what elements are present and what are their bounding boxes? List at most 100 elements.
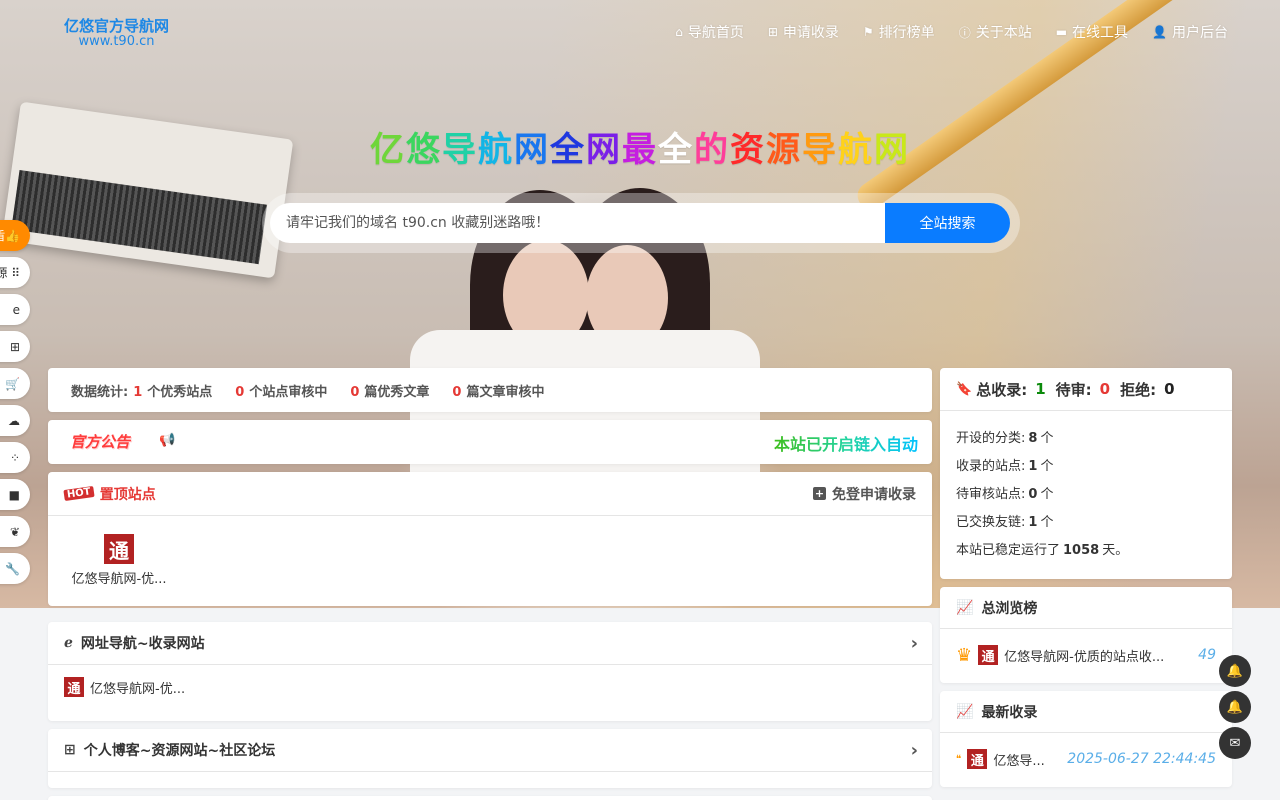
search-input[interactable] (270, 203, 886, 243)
chevron-right-icon[interactable]: › (911, 633, 918, 654)
slogan-char: 的 (694, 130, 730, 170)
totals-line: 已交换友链: 1 个 (956, 509, 1216, 537)
wechat-icon[interactable]: ✉ (1219, 727, 1251, 759)
free-submit-link[interactable]: + 免登申请收录 (813, 484, 916, 504)
stat-item: 0 篇文章审核中 (447, 381, 544, 400)
ie-icon: ℯ (64, 635, 73, 651)
thumbs-up-icon[interactable]: 盾👍 (0, 220, 30, 251)
logo-url: www.t90.cn (78, 34, 155, 49)
stat-number: 0 (235, 384, 245, 400)
plus-square-icon: ⊞ (767, 25, 778, 39)
stat-item: 1 个优秀站点 (128, 381, 212, 400)
stat-number: 1 (133, 384, 143, 400)
site-totals-card: 🔖 总收录: 1 待审: 0 拒绝: 0 开设的分类: 8 个收录的站点: 1 个待审核… (940, 368, 1232, 579)
windows-icon: ⊞ (64, 742, 76, 758)
totals-line-val: 1 (1028, 515, 1038, 530)
site-name: 亿悠导航网-优质的站点收... (1004, 649, 1165, 665)
left-floating-toolbar: 盾👍 源 ⠿ e ⊞ 🛒 ☁ ⁘ ■ ❦ 🔧 (0, 220, 30, 584)
chevron-right-icon[interactable]: › (911, 740, 918, 761)
totals-line-val: 8 (1028, 431, 1038, 446)
totals-list: 开设的分类: 8 个收录的站点: 1 个待审核站点: 0 个已交换友链: 1 个本站已稳定运行了… (940, 411, 1232, 565)
totals-line: 收录的站点: 1 个 (956, 453, 1216, 481)
video-icon[interactable]: ■ (0, 479, 30, 510)
rank-title: 总浏览榜 (981, 600, 1038, 617)
ie-icon[interactable]: e (0, 294, 30, 325)
nav-item[interactable]: ⓘ 关于本站 (959, 22, 1032, 42)
stat-text: 个优秀站点 (147, 384, 213, 400)
free-submit-label: 免登申请收录 (832, 486, 916, 503)
totals-line-pre: 开设的分类: (956, 431, 1026, 446)
category-title: 网址导航~收录网站 (80, 636, 205, 652)
nav-item[interactable]: ⊞ 申请收录 (768, 22, 839, 42)
new-badge-icon: ❝ (956, 753, 962, 765)
totals-line-val: 1058 (1063, 543, 1100, 558)
site-logo[interactable]: 亿悠官方导航网 www.t90.cn (64, 18, 169, 50)
cart-icon[interactable]: 🛒 (0, 368, 30, 399)
chart-line-icon: 📈 (956, 703, 974, 720)
site-list-item[interactable]: 通 亿悠导航网-优... (48, 665, 932, 709)
slogan-char: 悠 (406, 130, 442, 170)
stat-text: 个站点审核中 (249, 384, 328, 400)
slogan-char: 全 (550, 130, 586, 170)
slogan-char: 导 (442, 130, 478, 170)
pinned-site-item[interactable]: 通 亿悠导航网-优... (64, 534, 174, 587)
cloud-icon[interactable]: ☁ (0, 405, 30, 436)
latest-row[interactable]: ❝ 通 亿悠导... 2025-06-27 22:44:45 (940, 733, 1232, 785)
totals-line-post: 个 (1040, 431, 1054, 446)
spinner-icon[interactable]: ⁘ (0, 442, 30, 473)
folder-icon: ▬ (1055, 25, 1068, 39)
nav-label: 在线工具 (1072, 25, 1129, 41)
top-nav: ⌂ 导航首页 ⊞ 申请收录 ⚑ 排行榜单 ⓘ 关于本站 ▬ 在线工具 👤 用户后台 (675, 22, 1228, 42)
home-icon: ⌂ (675, 25, 683, 39)
hero-slogan: 亿悠导航网全网最全的资源导航网 (0, 122, 1280, 171)
notice-bar: 官方公告 📢 本站已开启链入自动 (48, 420, 932, 464)
slogan-char: 全 (658, 130, 694, 170)
nav-item[interactable]: ⚑ 排行榜单 (863, 22, 935, 42)
totals-line: 本站已稳定运行了 1058 天。 (956, 537, 1216, 565)
totals-line: 待审核站点: 0 个 (956, 481, 1216, 509)
view-count: 49 (1198, 647, 1216, 663)
totals-line-pre: 待审核站点: (956, 487, 1026, 502)
category-header[interactable]: ℯ 网址导航~收录网站 › (48, 622, 932, 665)
nav-label: 排行榜单 (878, 25, 935, 41)
site-logo-icon: 通 (104, 534, 134, 564)
stats-bar: 数据统计: 1 个优秀站点 0 个站点审核中 0 篇优秀文章 0 篇文章审核中 (48, 368, 932, 412)
qq-group-icon[interactable]: 🔔 (1219, 691, 1251, 723)
windows-icon[interactable]: ⊞ (0, 331, 30, 362)
notice-marquee-text[interactable]: 本站已开启链入自动 (774, 431, 918, 455)
slogan-char: 航 (838, 130, 874, 170)
slogan-char: 资 (730, 130, 766, 170)
category-section: ℯ 网址导航~收录网站 › 通 亿悠导航网-优... (48, 622, 932, 721)
totals-line: 开设的分类: 8 个 (956, 425, 1216, 453)
slogan-char: 网 (874, 130, 910, 170)
latest-sites-card: 📈 最新收录 ❝ 通 亿悠导... 2025-06-27 22:44:45 (940, 691, 1232, 787)
nav-item[interactable]: ⌂ 导航首页 (675, 22, 744, 42)
category-section (48, 796, 932, 800)
search-button[interactable]: 全站搜索 (885, 203, 1010, 243)
stat-item: 0 篇优秀文章 (345, 381, 429, 400)
views-rank-card: 📈 总浏览榜 ♛ 通 亿悠导航网-优质的站点收... 49 (940, 587, 1232, 683)
nav-item[interactable]: 👤 用户后台 (1152, 22, 1228, 42)
category-header[interactable]: ⊞ 个人博客~资源网站~社区论坛 › (48, 729, 932, 772)
bookmark-icon: 🔖 (956, 381, 973, 397)
site-logo-icon: 通 (64, 677, 84, 697)
slogan-char: 源 (766, 130, 802, 170)
rank-row[interactable]: ♛ 通 亿悠导航网-优质的站点收... 49 (940, 629, 1232, 681)
totals-line-post: 个 (1040, 487, 1054, 502)
totals-line-pre: 收录的站点: (956, 459, 1026, 474)
pinned-header: HOT 置顶站点 + 免登申请收录 (48, 472, 932, 516)
qq-icon[interactable]: 🔔 (1219, 655, 1251, 687)
grid-icon[interactable]: 源 ⠿ (0, 257, 30, 288)
nav-label: 关于本站 (975, 25, 1032, 41)
wrench-icon[interactable]: 🔧 (0, 553, 30, 584)
added-time: 2025-06-27 22:44:45 (1067, 751, 1216, 767)
reject-label: 拒绝: (1120, 380, 1157, 399)
plus-square-icon: + (813, 487, 826, 500)
rank-header: 📈 总浏览榜 (940, 587, 1232, 629)
nav-label: 用户后台 (1172, 25, 1228, 41)
leaf-icon[interactable]: ❦ (0, 516, 30, 547)
totals-line-val: 1 (1028, 459, 1038, 474)
crown-icon: ♛ (956, 644, 973, 666)
reject-count: 0 (1164, 380, 1175, 398)
nav-item[interactable]: ▬ 在线工具 (1056, 22, 1128, 42)
